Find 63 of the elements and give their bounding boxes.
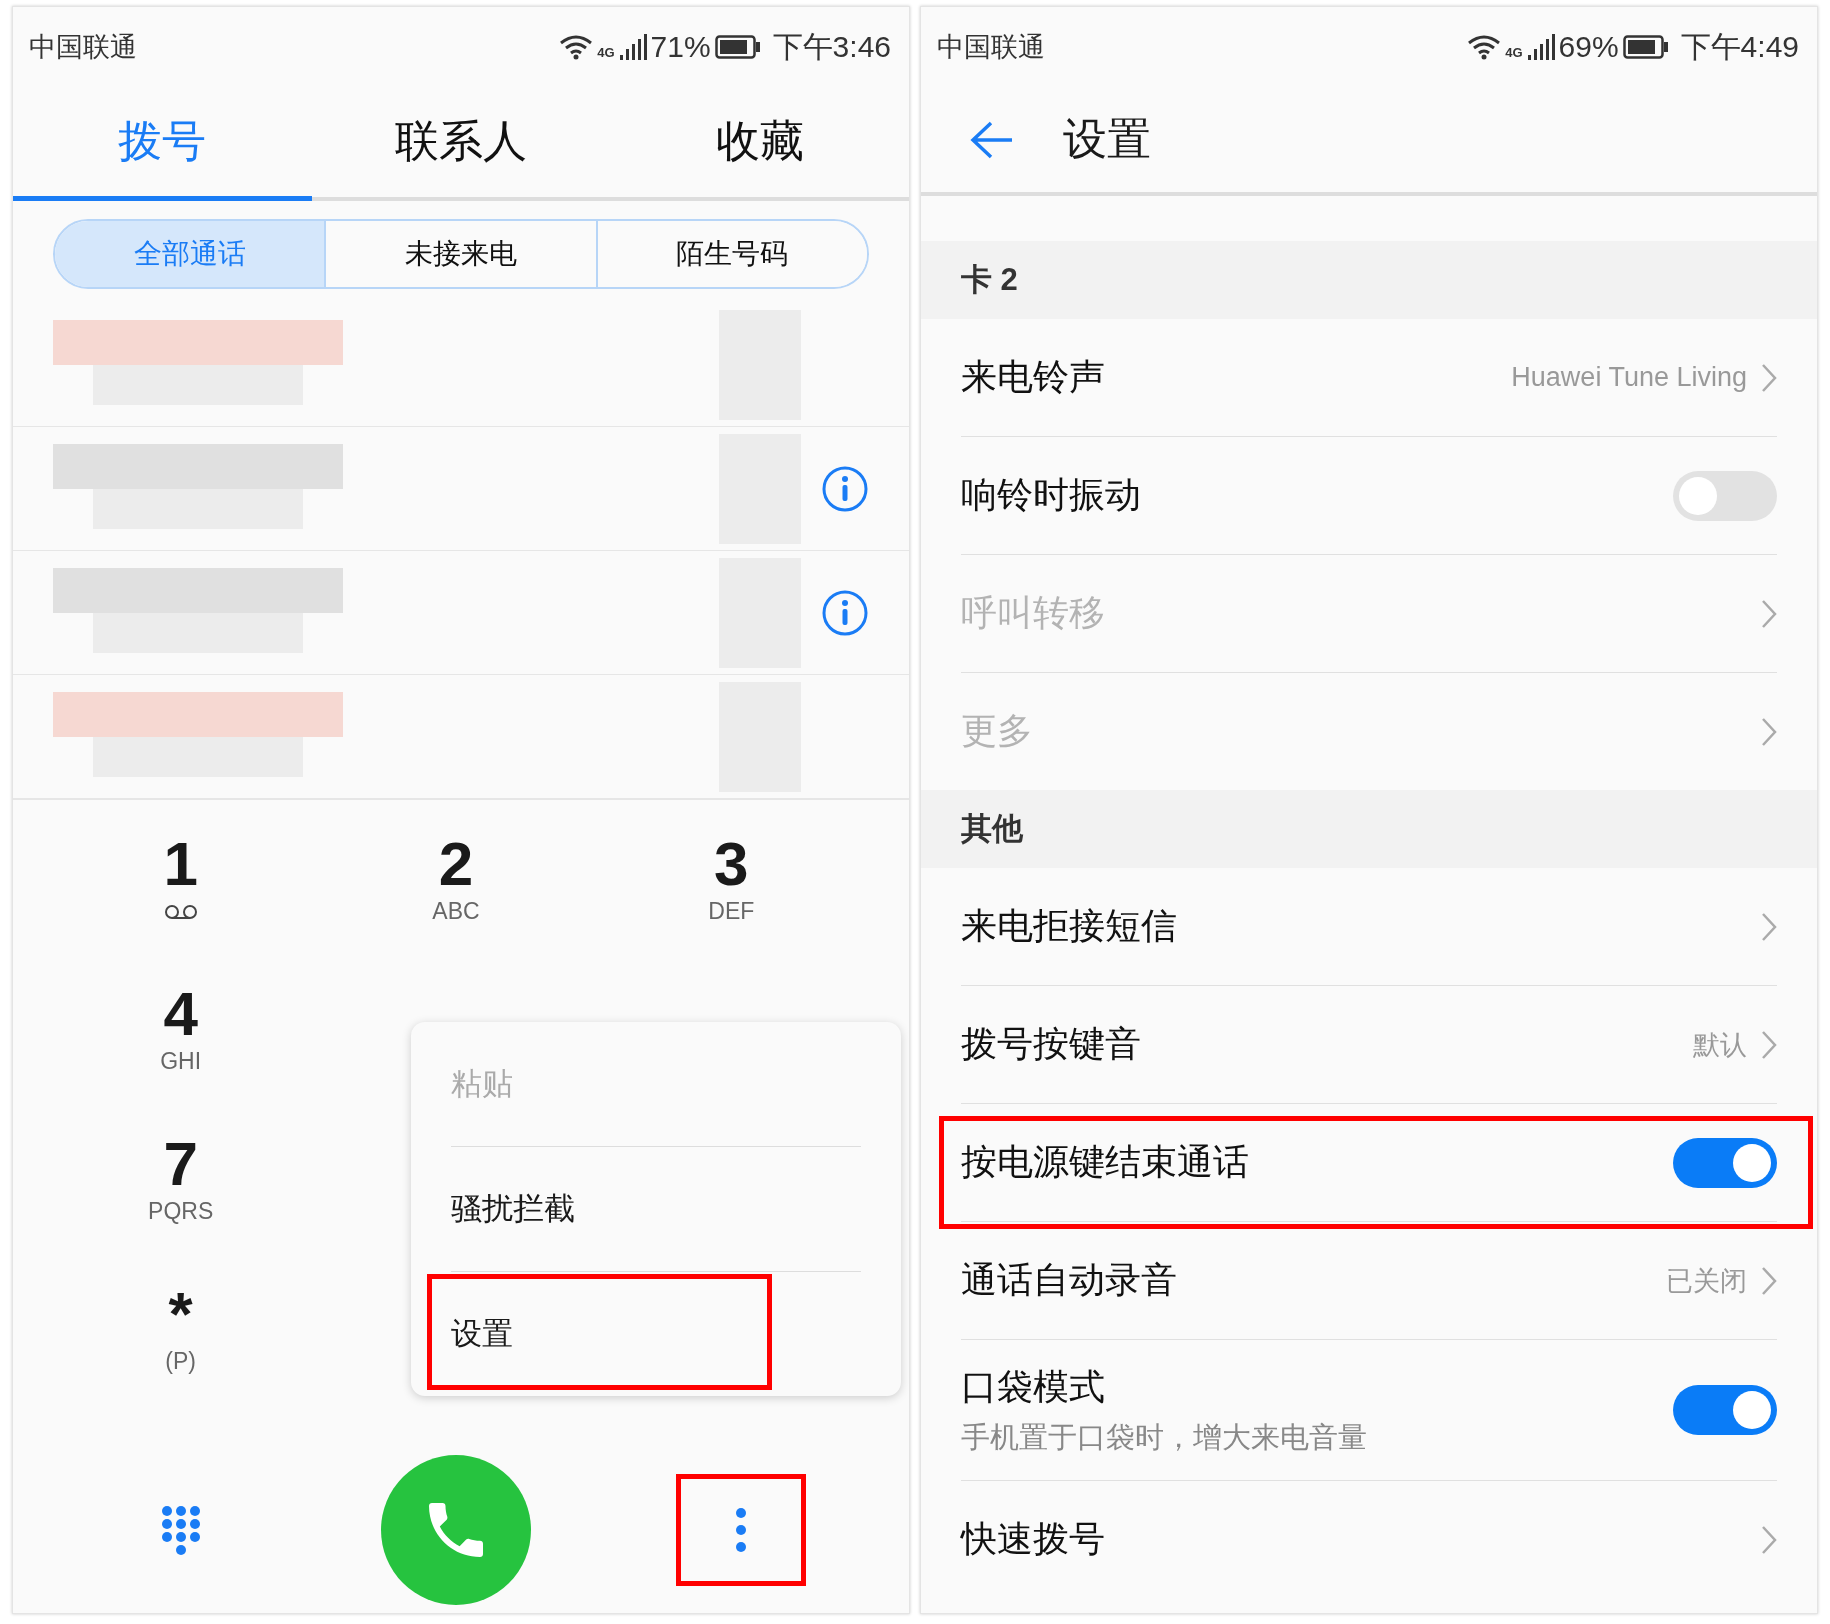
- back-arrow-icon[interactable]: [969, 119, 1013, 160]
- battery-percent: 69%: [1558, 30, 1619, 64]
- key-letters: PQRS: [148, 1198, 214, 1226]
- key-digit[interactable]: 3: [714, 830, 749, 899]
- chevron-right-icon: [1761, 362, 1777, 393]
- key-digit[interactable]: 7: [163, 1130, 198, 1199]
- key-letters: ABC: [432, 898, 480, 926]
- key-letters: DEF: [708, 898, 755, 926]
- section-header: 卡 2: [961, 261, 1018, 299]
- network-type: 4G: [597, 44, 615, 60]
- setting-value: Huawei Tune Living: [1511, 362, 1747, 393]
- tab[interactable]: 拨号: [13, 87, 312, 201]
- chevron-right-icon: [1761, 911, 1777, 942]
- setting-label[interactable]: 来电铃声: [961, 353, 1105, 402]
- setting-label[interactable]: 按电源键结束通话: [961, 1138, 1249, 1187]
- setting-label[interactable]: 来电拒接短信: [961, 902, 1177, 951]
- chevron-right-icon: [1761, 716, 1777, 747]
- info-icon[interactable]: [821, 464, 869, 513]
- more-options-button[interactable]: [676, 1474, 807, 1586]
- menu-item[interactable]: 骚扰拦截: [451, 1188, 575, 1230]
- setting-description: 手机置于口袋时，增大来电音量: [961, 1419, 1368, 1455]
- tab[interactable]: 联系人: [311, 87, 611, 201]
- signal-icon: [618, 33, 647, 61]
- setting-value: 已关闭: [1666, 1264, 1747, 1298]
- setting-value: 默认: [1693, 1028, 1747, 1062]
- section-header: 其他: [961, 810, 1023, 848]
- key-letters: GHI: [160, 1048, 202, 1076]
- wifi-icon: [1467, 34, 1502, 60]
- chevron-right-icon: [1761, 1029, 1777, 1060]
- setting-label[interactable]: 口袋模式: [961, 1362, 1105, 1412]
- carrier-name: 中国联通: [29, 31, 137, 64]
- key-digit[interactable]: 1: [163, 830, 198, 899]
- page-title: 设置: [1063, 113, 1151, 165]
- info-icon[interactable]: [821, 588, 869, 637]
- voicemail-icon: [163, 904, 198, 921]
- key-digit[interactable]: 2: [438, 830, 474, 899]
- signal-icon: [1526, 33, 1555, 61]
- chevron-right-icon: [1761, 1524, 1777, 1555]
- toggle-switch[interactable]: [1673, 1385, 1777, 1435]
- chevron-right-icon: [1761, 1265, 1777, 1296]
- carrier-name: 中国联通: [937, 31, 1045, 64]
- tab[interactable]: 收藏: [610, 87, 909, 201]
- setting-label[interactable]: 响铃时振动: [961, 471, 1141, 520]
- clock-time: 下午3:46: [772, 28, 891, 65]
- menu-item[interactable]: 设置: [451, 1313, 513, 1355]
- key-digit[interactable]: *: [168, 1280, 193, 1349]
- toggle-switch[interactable]: [1673, 1137, 1777, 1188]
- network-type: 4G: [1505, 44, 1523, 60]
- key-letters: (P): [165, 1348, 196, 1376]
- key-digit[interactable]: 4: [163, 980, 198, 1049]
- filter-tab[interactable]: 陌生号码: [595, 221, 867, 287]
- chevron-right-icon: [1761, 598, 1777, 629]
- battery-percent: 71%: [650, 30, 711, 64]
- battery-icon: [1622, 35, 1669, 59]
- more-vertical-icon: [735, 1507, 748, 1553]
- toggle-switch[interactable]: [1673, 470, 1777, 521]
- setting-label[interactable]: 通话自动录音: [961, 1256, 1177, 1305]
- battery-icon: [714, 35, 761, 59]
- wifi-icon: [559, 34, 594, 60]
- setting-label[interactable]: 拨号按键音: [961, 1020, 1141, 1069]
- dialpad-icon[interactable]: [160, 1505, 201, 1555]
- setting-label[interactable]: 快速拨号: [961, 1515, 1105, 1564]
- clock-time: 下午4:49: [1680, 28, 1799, 65]
